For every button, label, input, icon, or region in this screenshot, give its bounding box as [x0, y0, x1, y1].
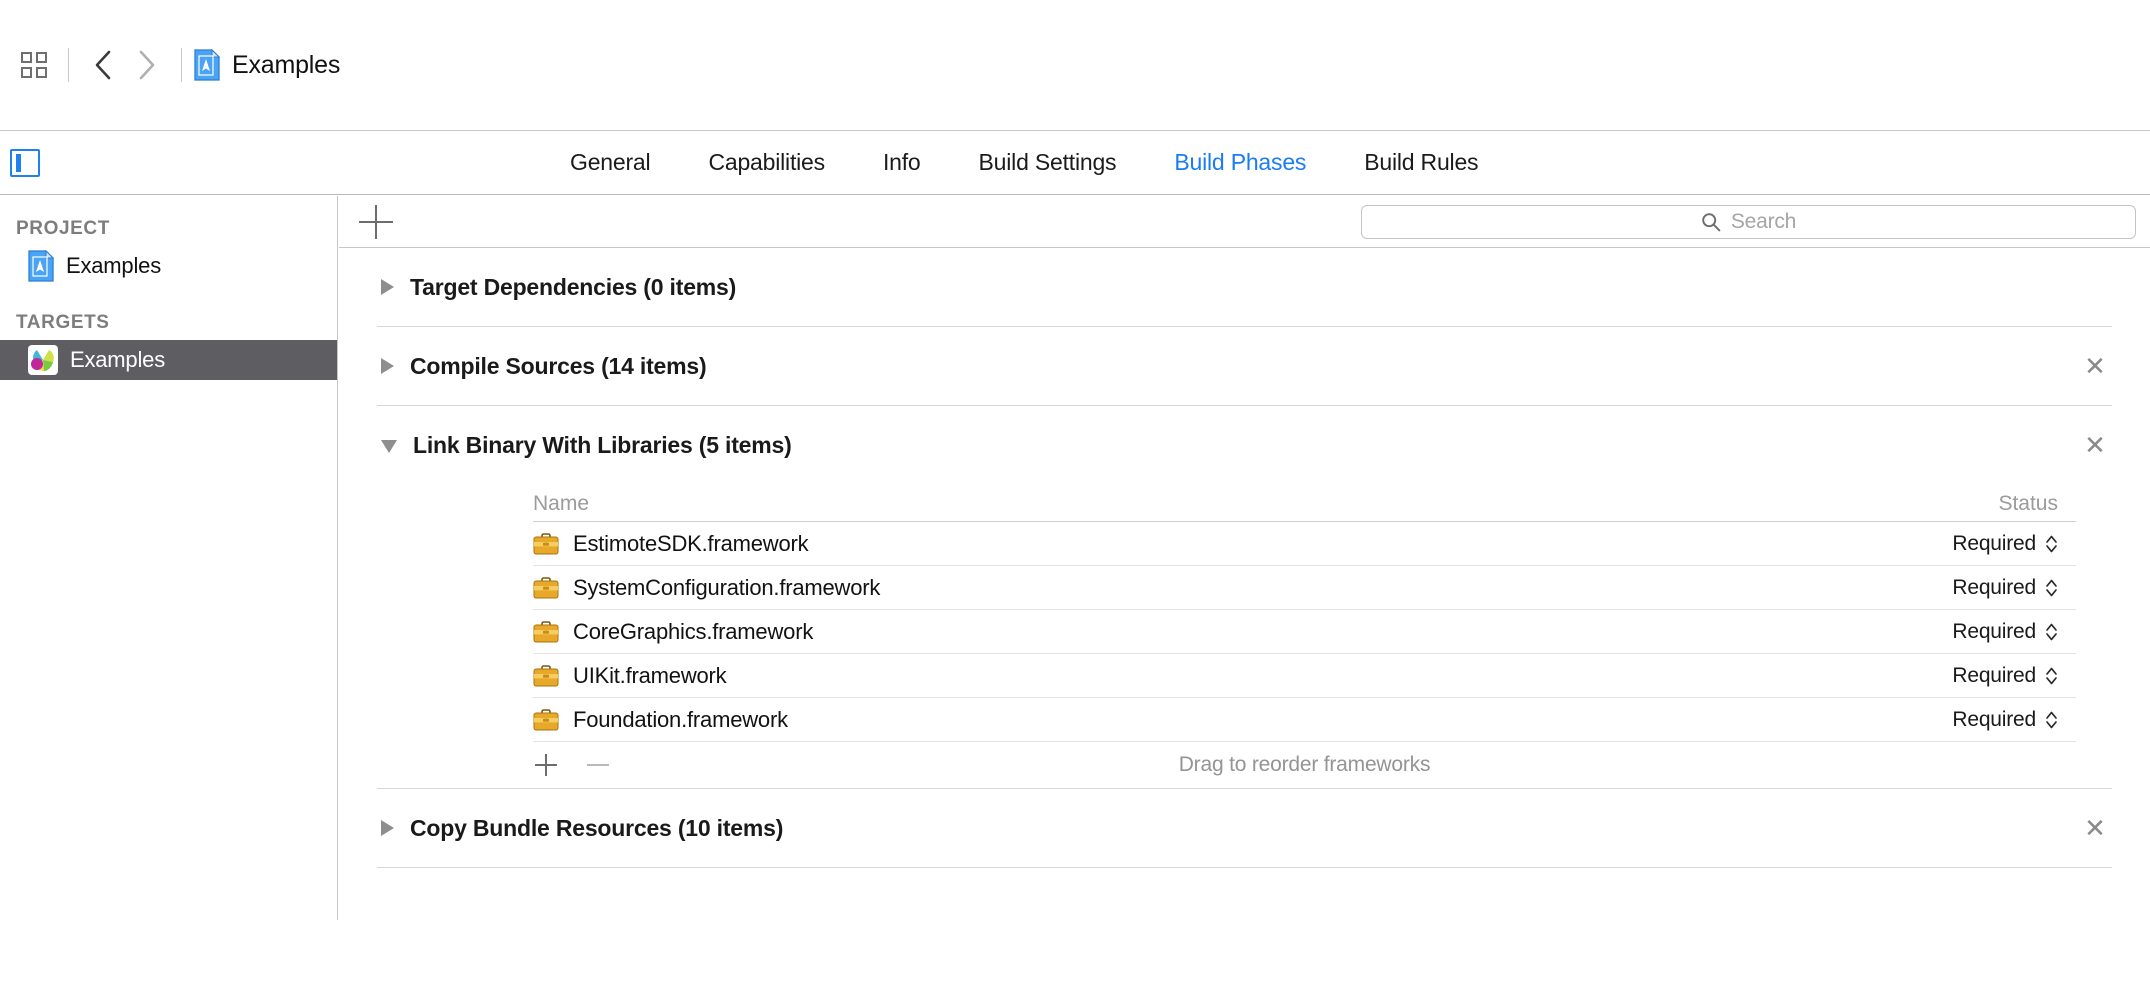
estimote-app-icon — [28, 345, 58, 375]
build-phases-editor: Search Target Dependencies (0 items) Com… — [339, 196, 2150, 1000]
phase-link-binary-with-libraries: Link Binary With Libraries (5 items) ✕ N… — [377, 406, 2112, 789]
column-header-name: Name — [533, 492, 590, 515]
sidebar-section-targets: TARGETS — [16, 312, 110, 333]
phase-compile-sources: Compile Sources (14 items) ✕ — [377, 327, 2112, 406]
table-header-row: Name Status — [533, 484, 2076, 522]
status-value: Required — [1952, 531, 2036, 555]
toolbar-divider-2 — [181, 48, 182, 82]
column-header-status: Status — [1998, 492, 2058, 515]
stepper-icon — [2045, 533, 2058, 555]
framework-name: CoreGraphics.framework — [573, 618, 814, 644]
stepper-icon — [2045, 577, 2058, 599]
phase-header[interactable]: Copy Bundle Resources (10 items) ✕ — [377, 789, 2112, 867]
search-input[interactable]: Search — [1361, 204, 2136, 239]
tab-build-rules[interactable]: Build Rules — [1364, 149, 1478, 176]
phase-body: Name Status EstimoteSDK.framework Requir… — [377, 484, 2112, 788]
toolbar: Examples — [0, 0, 2150, 130]
close-icon[interactable]: ✕ — [2082, 353, 2108, 379]
sidebar-item-target-examples[interactable]: Examples — [0, 340, 337, 380]
framework-name: EstimoteSDK.framework — [573, 530, 809, 556]
close-icon[interactable]: ✕ — [2082, 432, 2108, 458]
chevron-left-icon — [93, 49, 113, 81]
grid-icon — [21, 52, 47, 78]
phase-filter-bar: Search — [339, 196, 2150, 248]
chevron-right-icon[interactable] — [381, 358, 394, 374]
search-placeholder: Search — [1730, 209, 1797, 233]
phase-header[interactable]: Compile Sources (14 items) ✕ — [377, 327, 2112, 405]
sidebar-target-label: Examples — [70, 347, 165, 372]
framework-name: Foundation.framework — [573, 706, 788, 732]
toolbar-divider-1 — [68, 48, 69, 82]
chevron-right-icon[interactable] — [381, 279, 394, 295]
tab-build-phases[interactable]: Build Phases — [1174, 149, 1306, 176]
search-icon — [1701, 212, 1721, 232]
table-row[interactable]: CoreGraphics.framework Required — [533, 610, 2076, 654]
framework-icon — [533, 708, 559, 731]
stepper-icon — [2045, 621, 2058, 643]
phase-header[interactable]: Target Dependencies (0 items) — [377, 248, 2112, 326]
framework-icon — [533, 576, 559, 599]
stepper-icon — [2045, 665, 2058, 687]
table-row[interactable]: Foundation.framework Required — [533, 698, 2076, 742]
chevron-down-icon[interactable] — [381, 440, 397, 453]
forward-button[interactable] — [125, 43, 169, 87]
phase-title: Target Dependencies (0 items) — [410, 273, 737, 300]
sidebar-section-project: PROJECT — [16, 218, 110, 239]
back-button[interactable] — [81, 43, 125, 87]
page-title: Examples — [232, 50, 341, 79]
status-value: Required — [1952, 663, 2036, 687]
stepper-icon — [2045, 709, 2058, 731]
phase-target-dependencies: Target Dependencies (0 items) — [377, 248, 2112, 327]
remove-framework-button — [585, 752, 611, 778]
navigator-toggle-button[interactable] — [12, 43, 56, 87]
phase-copy-bundle-resources: Copy Bundle Resources (10 items) ✕ — [377, 789, 2112, 868]
status-cell[interactable]: Required — [1886, 664, 2076, 688]
tab-capabilities[interactable]: Capabilities — [708, 149, 825, 176]
chevron-right-icon[interactable] — [381, 820, 394, 836]
tab-info[interactable]: Info — [883, 149, 921, 176]
chevron-right-icon — [137, 49, 157, 81]
status-cell[interactable]: Required — [1886, 620, 2076, 644]
add-framework-button[interactable] — [533, 752, 559, 778]
tab-general[interactable]: General — [570, 149, 651, 176]
sidebar-project-label: Examples — [66, 253, 161, 278]
phase-list: Target Dependencies (0 items) Compile So… — [339, 248, 2150, 868]
status-value: Required — [1952, 619, 2036, 643]
phase-title: Link Binary With Libraries (5 items) — [413, 431, 792, 458]
xcode-project-icon — [28, 249, 55, 282]
frameworks-table: Name Status EstimoteSDK.framework Requir… — [533, 484, 2076, 788]
add-build-phase-button[interactable] — [359, 204, 393, 239]
table-row[interactable]: EstimoteSDK.framework Required — [533, 522, 2076, 566]
table-row[interactable]: SystemConfiguration.framework Required — [533, 566, 2076, 610]
status-value: Required — [1952, 575, 2036, 599]
tab-list: General Capabilities Info Build Settings… — [570, 149, 1479, 176]
reorder-hint: Drag to reorder frameworks — [1178, 753, 1431, 776]
phase-title: Compile Sources (14 items) — [410, 352, 707, 379]
xcode-project-icon — [194, 48, 221, 81]
tab-build-settings[interactable]: Build Settings — [979, 149, 1117, 176]
xcode-window: Examples General Capabilities Info Build… — [0, 0, 2150, 1000]
framework-icon — [533, 664, 559, 687]
close-icon[interactable]: ✕ — [2082, 815, 2108, 841]
framework-name: UIKit.framework — [573, 662, 727, 688]
status-value: Required — [1952, 707, 2036, 731]
framework-icon — [533, 532, 559, 555]
phase-title: Copy Bundle Resources (10 items) — [410, 814, 784, 841]
table-row[interactable]: UIKit.framework Required — [533, 654, 2076, 698]
sidebar-item-project-examples[interactable]: Examples — [0, 246, 337, 286]
framework-icon — [533, 620, 559, 643]
framework-name: SystemConfiguration.framework — [573, 574, 881, 600]
status-cell[interactable]: Required — [1886, 532, 2076, 556]
status-cell[interactable]: Required — [1886, 576, 2076, 600]
status-cell[interactable]: Required — [1886, 708, 2076, 732]
project-sidebar: PROJECT Examples TARGETS Examples — [0, 196, 338, 920]
left-panel-toggle-icon[interactable] — [10, 148, 40, 177]
editor-tab-bar: General Capabilities Info Build Settings… — [0, 130, 2150, 195]
phase-header[interactable]: Link Binary With Libraries (5 items) ✕ — [377, 406, 2112, 484]
frameworks-table-footer: Drag to reorder frameworks — [533, 742, 2076, 788]
